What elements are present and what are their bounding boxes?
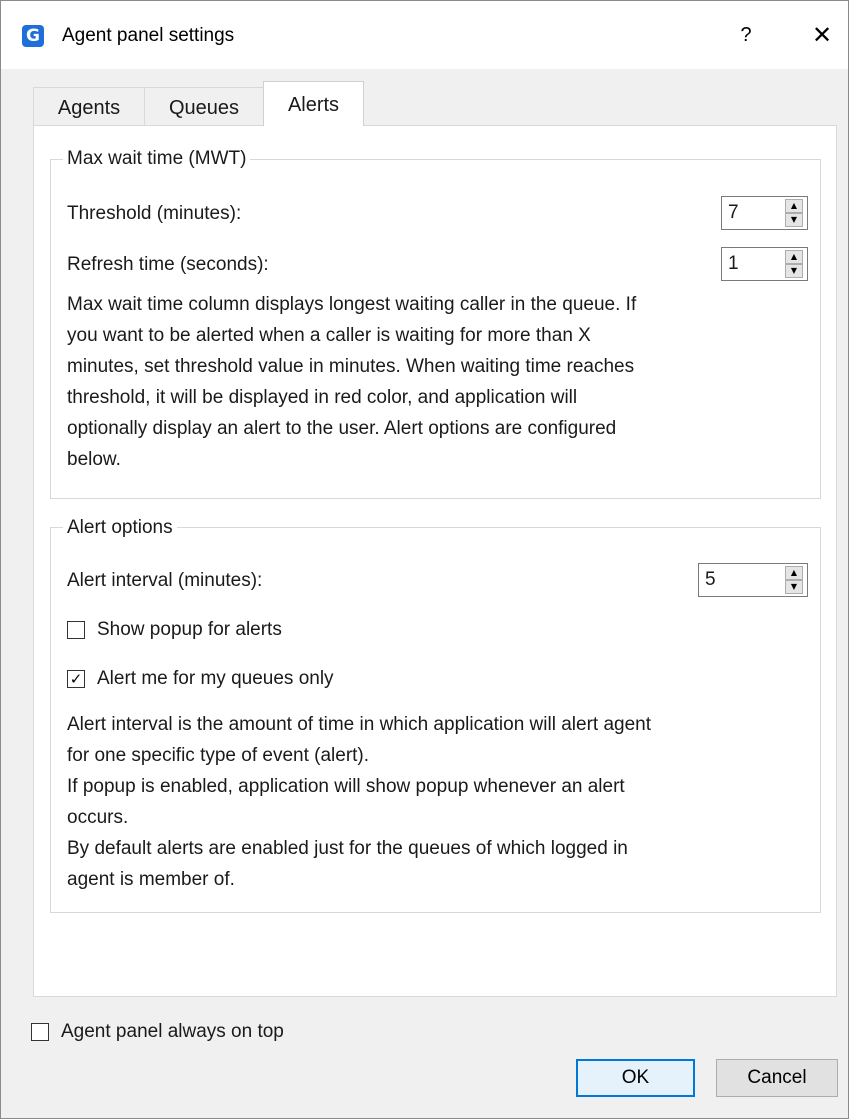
alert-interval-label: Alert interval (minutes): [67,570,263,591]
tab-queues[interactable]: Queues [144,87,264,127]
my-queues-label[interactable]: Alert me for my queues only [97,668,334,690]
cancel-button[interactable]: Cancel [716,1059,838,1097]
show-popup-label[interactable]: Show popup for alerts [97,619,282,641]
spin-down-icon[interactable]: ▼ [785,580,803,594]
help-button[interactable]: ? [723,15,769,55]
threshold-value[interactable]: 7 [728,202,739,224]
close-button[interactable]: ✕ [799,15,845,55]
settings-dialog: G Agent panel settings ? ✕ Agents Queues… [0,0,849,1119]
app-logo-icon: G [22,25,44,47]
spin-down-icon[interactable]: ▼ [785,264,803,278]
dialog-title: Agent panel settings [62,25,235,46]
alert-interval-spinbox[interactable]: 5 ▲ ▼ [698,563,808,597]
alert-options-description: Alert interval is the amount of time in … [67,714,652,890]
mwt-group-title: Max wait time (MWT) [63,148,251,170]
threshold-label: Threshold (minutes): [67,203,242,224]
always-on-top-checkbox-row[interactable]: Agent panel always on top [31,1021,371,1045]
spin-up-icon[interactable]: ▲ [785,199,803,213]
refresh-spinbox[interactable]: 1 ▲ ▼ [721,247,808,281]
mwt-description: Max wait time column displays longest wa… [67,294,637,470]
refresh-label: Refresh time (seconds): [67,254,269,275]
ok-button[interactable]: OK [576,1059,695,1097]
alert-options-group-title: Alert options [63,517,177,539]
spin-up-icon[interactable]: ▲ [785,566,803,580]
refresh-value[interactable]: 1 [728,253,739,275]
show-popup-checkbox[interactable] [67,621,85,639]
my-queues-checkbox-row[interactable]: ✓ Alert me for my queues only [67,668,447,692]
show-popup-checkbox-row[interactable]: Show popup for alerts [67,619,387,643]
spin-up-icon[interactable]: ▲ [785,250,803,264]
always-on-top-label[interactable]: Agent panel always on top [61,1021,284,1043]
title-bar: G Agent panel settings ? ✕ [1,1,848,69]
spin-down-icon[interactable]: ▼ [785,213,803,227]
alert-interval-value[interactable]: 5 [705,569,716,591]
tab-alerts[interactable]: Alerts [263,81,364,126]
always-on-top-checkbox[interactable] [31,1023,49,1041]
alerts-tab-panel: Max wait time (MWT) Threshold (minutes):… [33,125,837,997]
threshold-spinbox[interactable]: 7 ▲ ▼ [721,196,808,230]
tab-agents[interactable]: Agents [33,87,145,127]
my-queues-checkbox[interactable]: ✓ [67,670,85,688]
